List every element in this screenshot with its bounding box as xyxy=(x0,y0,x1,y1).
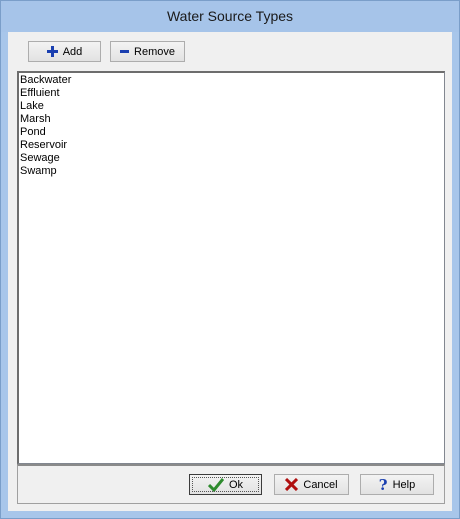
plus-icon xyxy=(46,46,58,57)
help-button[interactable]: ? Help xyxy=(360,474,434,495)
remove-button-label: Remove xyxy=(134,45,175,58)
x-icon xyxy=(285,478,299,491)
add-button[interactable]: Add xyxy=(28,41,101,62)
button-panel: Ok Cancel ? Help xyxy=(17,464,445,504)
list-item[interactable]: Backwater xyxy=(20,74,444,87)
list-item[interactable]: Swamp xyxy=(20,165,444,178)
dialog-window: Water Source Types Add Remove Backwater … xyxy=(0,0,460,519)
help-button-label: Help xyxy=(392,478,416,491)
question-icon: ? xyxy=(378,475,388,494)
remove-button[interactable]: Remove xyxy=(110,41,185,62)
list-item[interactable]: Effluient xyxy=(20,87,444,100)
ok-button[interactable]: Ok xyxy=(189,474,262,495)
focus-rect xyxy=(192,477,259,492)
water-source-list[interactable]: Backwater Effluient Lake Marsh Pond Rese… xyxy=(17,71,445,464)
minus-icon xyxy=(120,50,130,53)
add-button-label: Add xyxy=(62,45,83,58)
list-item[interactable]: Marsh xyxy=(20,113,444,126)
dialog-body: Add Remove Backwater Effluient Lake Mars… xyxy=(8,32,452,511)
list-item[interactable]: Sewage xyxy=(20,152,444,165)
cancel-button[interactable]: Cancel xyxy=(274,474,349,495)
list-items: Backwater Effluient Lake Marsh Pond Rese… xyxy=(19,73,444,178)
list-item[interactable]: Pond xyxy=(20,126,444,139)
window-title: Water Source Types xyxy=(166,8,294,24)
list-item[interactable]: Lake xyxy=(20,100,444,113)
cancel-button-label: Cancel xyxy=(303,478,338,491)
list-item[interactable]: Reservoir xyxy=(20,139,444,152)
title-bar: Water Source Types xyxy=(1,1,459,32)
